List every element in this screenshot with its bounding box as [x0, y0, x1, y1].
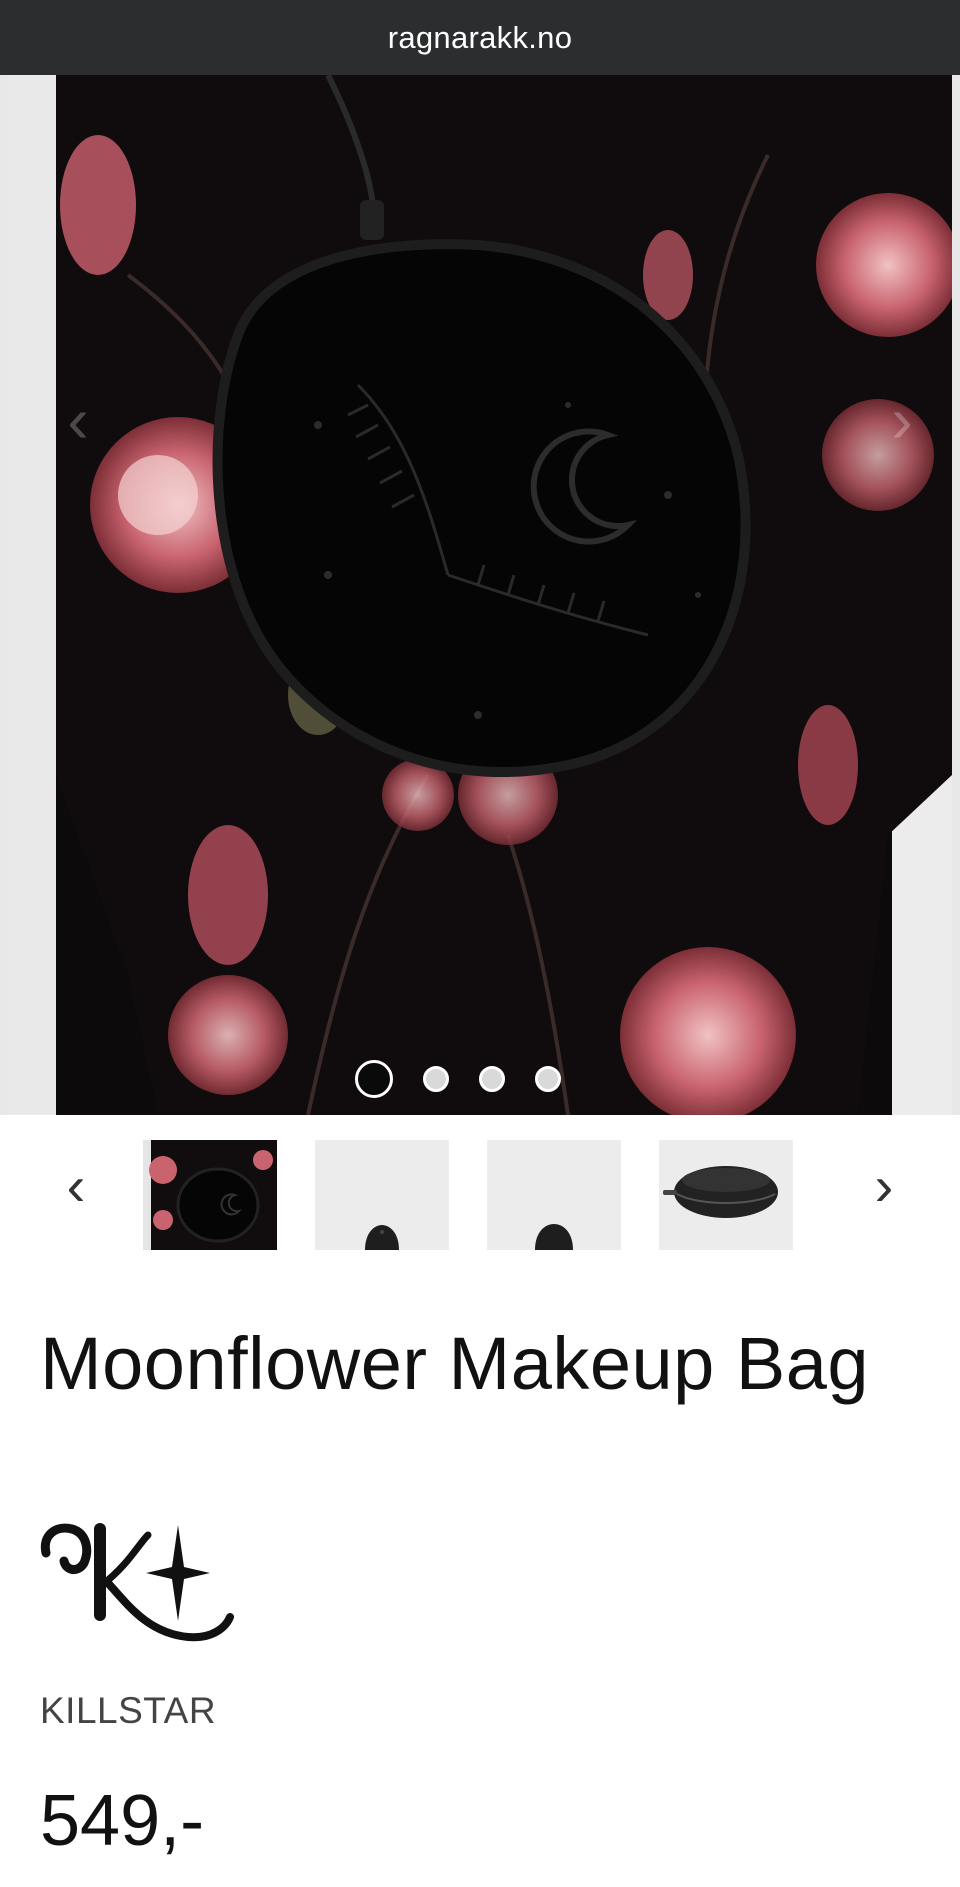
thumbnail-3[interactable]	[487, 1140, 621, 1250]
thumbnail-image	[487, 1140, 621, 1250]
thumbnail-prev-button[interactable]: ‹	[46, 1158, 106, 1218]
thumbnail-next-button[interactable]: ›	[854, 1158, 914, 1218]
pagination-dot-1[interactable]	[355, 1060, 393, 1098]
brand-logo[interactable]	[38, 1515, 238, 1650]
product-title: Moonflower Makeup Bag	[40, 1321, 870, 1405]
product-price: 549,-	[40, 1781, 205, 1861]
thumbnail-image	[143, 1140, 277, 1250]
product-image-gallery[interactable]: ‹ ›	[0, 75, 960, 1115]
pagination-dot-4[interactable]	[535, 1066, 561, 1092]
brand-name[interactable]: KILLSTAR	[40, 1690, 216, 1732]
thumbnail-strip: ‹ ›	[0, 1140, 960, 1250]
browser-url-bar[interactable]: ragnarakk.no	[0, 0, 960, 75]
thumbnail-image	[315, 1140, 449, 1250]
thumbnail-4[interactable]	[659, 1140, 793, 1250]
floral-fabric-illustration	[56, 75, 952, 1115]
chevron-right-icon: ›	[874, 1154, 894, 1217]
url-text: ragnarakk.no	[387, 19, 573, 55]
pagination-dot-2[interactable]	[423, 1066, 449, 1092]
gallery-prev-button[interactable]: ‹	[48, 375, 108, 465]
product-main-image[interactable]: ‹ ›	[8, 75, 952, 1115]
killstar-logo-icon	[40, 1523, 234, 1642]
chevron-left-icon: ‹	[67, 384, 89, 456]
chevron-right-icon: ›	[891, 384, 913, 456]
thumbnail-1[interactable]	[143, 1140, 277, 1250]
gallery-pagination	[355, 1060, 561, 1098]
chevron-left-icon: ‹	[66, 1154, 86, 1217]
pagination-dot-3[interactable]	[479, 1066, 505, 1092]
thumbnail-2[interactable]	[315, 1140, 449, 1250]
thumbnail-image	[659, 1140, 793, 1250]
makeup-bag-shape	[212, 239, 751, 778]
gallery-next-button[interactable]: ›	[872, 375, 932, 465]
